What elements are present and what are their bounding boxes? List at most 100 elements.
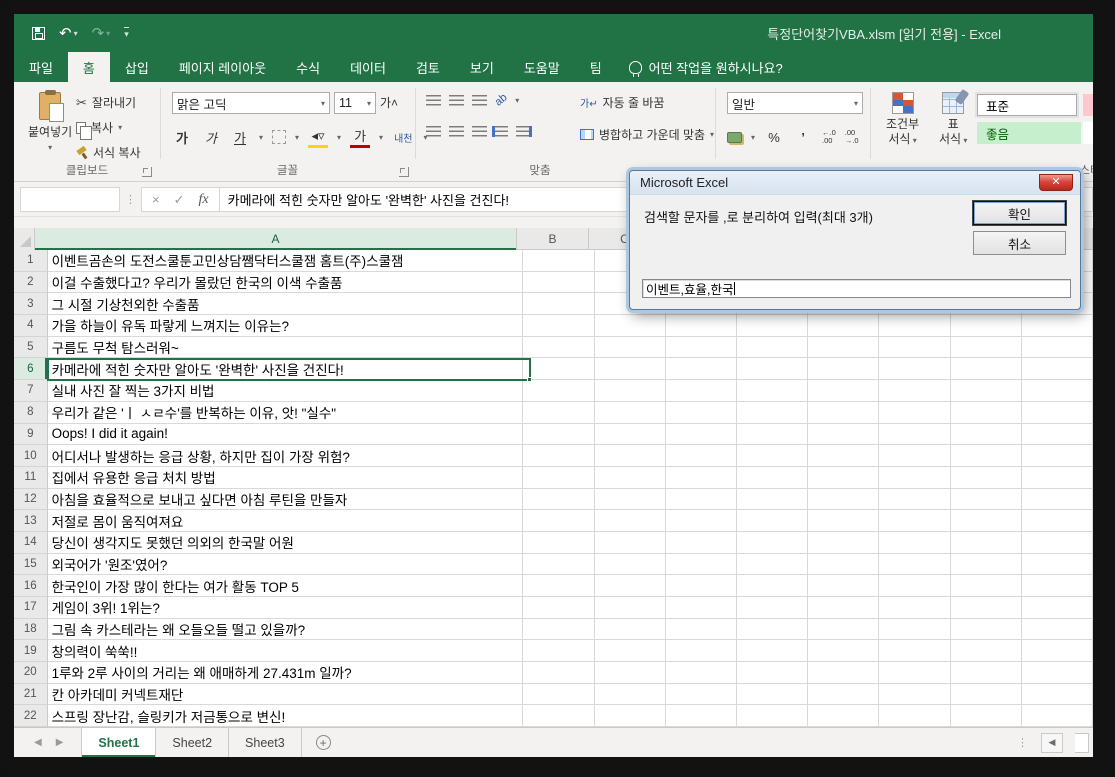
row-header-12[interactable]: 12 [14, 489, 48, 511]
cell-C11[interactable] [595, 467, 666, 489]
merge-center-caret-icon[interactable]: ▾ [710, 130, 714, 139]
cell-F12[interactable] [808, 489, 879, 511]
name-box[interactable] [20, 187, 120, 212]
underline-caret-icon[interactable]: ▾ [259, 133, 263, 142]
cell-F6[interactable] [808, 358, 879, 380]
cell-E12[interactable] [737, 489, 808, 511]
enter-formula-icon[interactable]: ✓ [174, 192, 185, 208]
cell-I17[interactable] [1022, 597, 1093, 619]
decrease-decimal-button[interactable]: .00 →.0 [845, 129, 859, 146]
cell-I5[interactable] [1022, 337, 1093, 359]
cell-B20[interactable] [523, 662, 594, 684]
cell-G13[interactable] [879, 510, 950, 532]
row-header-21[interactable]: 21 [14, 684, 48, 706]
cell-F16[interactable] [808, 575, 879, 597]
cell-I8[interactable] [1022, 402, 1093, 424]
cell-I18[interactable] [1022, 619, 1093, 641]
cell-F7[interactable] [808, 380, 879, 402]
cell-E20[interactable] [737, 662, 808, 684]
cell-G14[interactable] [879, 532, 950, 554]
cell-I15[interactable] [1022, 554, 1093, 576]
copy-caret-icon[interactable]: ▾ [118, 123, 122, 132]
row-header-7[interactable]: 7 [14, 380, 48, 402]
save-button[interactable] [32, 27, 45, 40]
cell-C6[interactable] [595, 358, 666, 380]
cell-G4[interactable] [879, 315, 950, 337]
cell-H6[interactable] [951, 358, 1022, 380]
grow-font-button[interactable]: 가˄ [380, 94, 398, 111]
cut-button[interactable]: ✂ 잘라내기 [76, 94, 136, 111]
number-format-combo[interactable]: 일반 ▾ [727, 92, 863, 114]
cell-A4[interactable]: 가을 하늘이 유독 파랗게 느껴지는 이유는? [48, 315, 524, 337]
align-top-button[interactable] [426, 95, 441, 106]
align-bottom-button[interactable] [472, 95, 487, 106]
cell-H17[interactable] [951, 597, 1022, 619]
cell-A1[interactable]: 이벤트곰손의 도전스쿨툰고민상담쨈닥터스쿨잼 홈트(주)스쿨잼 [48, 250, 524, 272]
cell-A3[interactable]: 그 시절 기상천외한 수출품 [48, 293, 524, 315]
cell-A20[interactable]: 1루와 2루 사이의 거리는 왜 애매하게 27.431m 일까? [48, 662, 524, 684]
cell-C4[interactable] [595, 315, 666, 337]
cell-D17[interactable] [666, 597, 737, 619]
cell-G7[interactable] [879, 380, 950, 402]
ribbon-tab-9[interactable]: 팀 [575, 52, 617, 82]
hscroll-left-arrow[interactable]: ◀ [1041, 733, 1063, 753]
cell-B10[interactable] [523, 445, 594, 467]
cell-D12[interactable] [666, 489, 737, 511]
cell-E8[interactable] [737, 402, 808, 424]
row-header-16[interactable]: 16 [14, 575, 48, 597]
dialog-close-button[interactable]: ✕ [1039, 174, 1073, 191]
cell-C15[interactable] [595, 554, 666, 576]
ribbon-tab-6[interactable]: 검토 [401, 52, 455, 82]
cell-F21[interactable] [808, 684, 879, 706]
ribbon-tab-0[interactable]: 파일 [14, 52, 68, 82]
underline-button[interactable]: 가 [230, 126, 250, 148]
paste-caret-icon[interactable]: ▾ [48, 143, 52, 152]
cell-D18[interactable] [666, 619, 737, 641]
row-header-20[interactable]: 20 [14, 662, 48, 684]
cell-H4[interactable] [951, 315, 1022, 337]
cell-G16[interactable] [879, 575, 950, 597]
row-header-22[interactable]: 22 [14, 705, 48, 727]
cell-D7[interactable] [666, 380, 737, 402]
insert-function-icon[interactable]: fx [199, 192, 209, 208]
cell-I13[interactable] [1022, 510, 1093, 532]
row-header-6[interactable]: 6 [14, 358, 48, 380]
cell-I7[interactable] [1022, 380, 1093, 402]
cell-D16[interactable] [666, 575, 737, 597]
row-header-10[interactable]: 10 [14, 445, 48, 467]
customize-qat-button[interactable]: ▾ [124, 27, 129, 40]
cell-D13[interactable] [666, 510, 737, 532]
cell-F17[interactable] [808, 597, 879, 619]
cell-D22[interactable] [666, 705, 737, 727]
undo-caret-icon[interactable]: ▾ [74, 29, 78, 38]
row-header-19[interactable]: 19 [14, 640, 48, 662]
cell-E19[interactable] [737, 640, 808, 662]
cell-B8[interactable] [523, 402, 594, 424]
wrap-text-button[interactable]: 가↵ 자동 줄 바꿈 [580, 94, 664, 111]
cell-H21[interactable] [951, 684, 1022, 706]
cell-C14[interactable] [595, 532, 666, 554]
cell-D10[interactable] [666, 445, 737, 467]
cell-G22[interactable] [879, 705, 950, 727]
cell-F20[interactable] [808, 662, 879, 684]
cell-C19[interactable] [595, 640, 666, 662]
cell-E17[interactable] [737, 597, 808, 619]
cell-B22[interactable] [523, 705, 594, 727]
cell-C12[interactable] [595, 489, 666, 511]
cell-D15[interactable] [666, 554, 737, 576]
cell-B14[interactable] [523, 532, 594, 554]
cell-C22[interactable] [595, 705, 666, 727]
borders-icon[interactable] [272, 130, 286, 144]
align-left-button[interactable] [426, 126, 441, 137]
undo-button[interactable]: ↶▾ [59, 24, 78, 42]
cell-A18[interactable]: 그림 속 카스테라는 왜 오들오들 떨고 있을까? [48, 619, 524, 641]
row-header-15[interactable]: 15 [14, 554, 48, 576]
cell-E5[interactable] [737, 337, 808, 359]
column-header-B[interactable]: B [517, 228, 589, 250]
font-name-combo[interactable]: 맑은 고딕 ▾ [172, 92, 330, 114]
cell-H22[interactable] [951, 705, 1022, 727]
cell-B18[interactable] [523, 619, 594, 641]
cell-G19[interactable] [879, 640, 950, 662]
orientation-caret-icon[interactable]: ▾ [515, 96, 519, 105]
cell-B15[interactable] [523, 554, 594, 576]
